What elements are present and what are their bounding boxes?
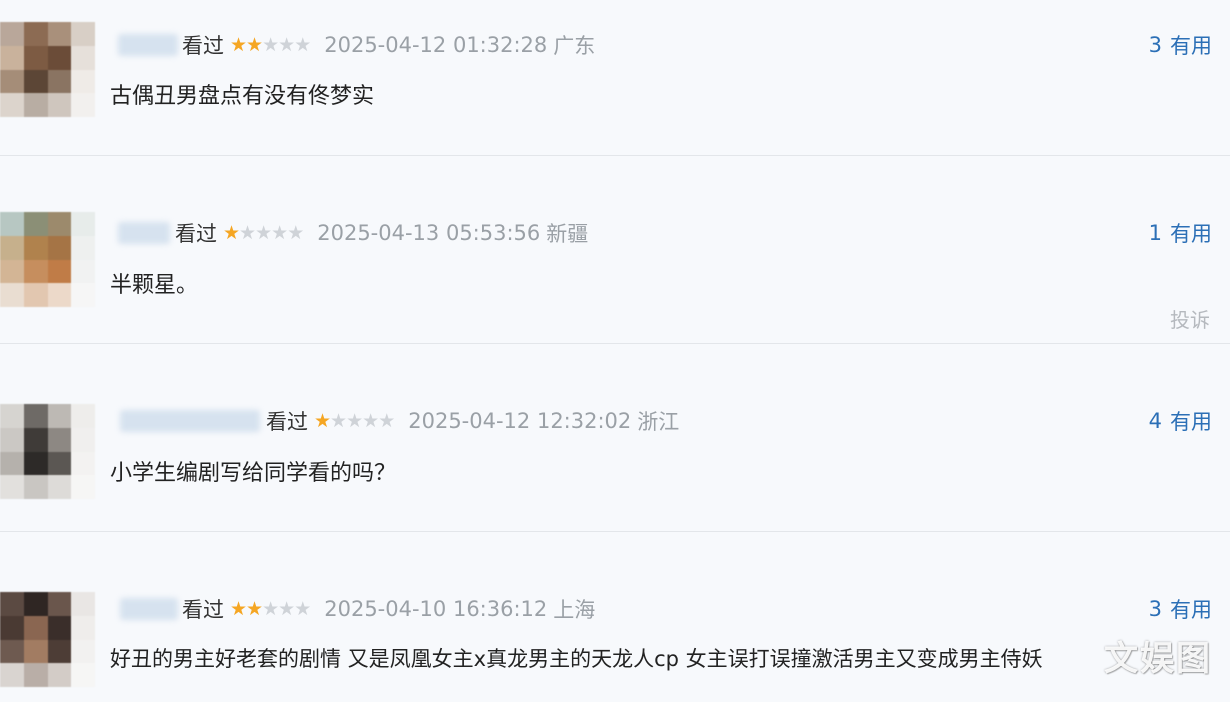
comment-text: 半颗星。	[110, 273, 199, 298]
star-filled-icon: ★	[314, 410, 331, 432]
star-filled-icon: ★	[246, 34, 263, 56]
useful-vote[interactable]: 3 有用	[1149, 594, 1212, 624]
useful-label[interactable]: 有用	[1170, 406, 1212, 436]
report-link[interactable]: 投诉	[1170, 304, 1210, 333]
username-blurred[interactable]	[118, 34, 178, 56]
star-empty-icon: ★	[294, 34, 311, 56]
star-empty-icon: ★	[271, 222, 288, 244]
comment-time: 2025-04-13 05:53:56	[317, 221, 541, 245]
username-blurred[interactable]	[120, 598, 178, 620]
comment-location: 浙江	[637, 410, 680, 434]
useful-label[interactable]: 有用	[1170, 218, 1212, 248]
watch-status: 看过	[182, 598, 224, 622]
comment-location: 广东	[553, 34, 596, 58]
comment-location: 新疆	[546, 222, 589, 246]
divider	[0, 343, 1230, 344]
star-empty-icon: ★	[362, 410, 379, 432]
useful-label[interactable]: 有用	[1170, 30, 1212, 60]
star-empty-icon: ★	[262, 34, 279, 56]
comment-time: 2025-04-12 01:32:28	[324, 33, 548, 57]
watch-status: 看过	[175, 222, 217, 246]
useful-label[interactable]: 有用	[1170, 594, 1212, 624]
avatar[interactable]	[0, 22, 95, 117]
watch-status: 看过	[266, 410, 308, 434]
star-empty-icon: ★	[278, 598, 295, 620]
comment-location: 上海	[553, 598, 596, 622]
star-filled-icon: ★	[223, 222, 240, 244]
star-empty-icon: ★	[378, 410, 395, 432]
username-blurred[interactable]	[118, 222, 170, 244]
watch-status: 看过	[182, 34, 224, 58]
comment-text: 古偶丑男盘点有没有佟梦实	[110, 84, 375, 109]
avatar[interactable]	[0, 212, 95, 307]
star-filled-icon: ★	[230, 598, 247, 620]
avatar[interactable]	[0, 404, 95, 499]
star-empty-icon: ★	[239, 222, 256, 244]
rating-stars: ★ ★ ★ ★ ★	[223, 222, 304, 244]
useful-vote[interactable]: 4 有用	[1149, 406, 1212, 436]
rating-stars: ★ ★ ★ ★ ★	[314, 410, 395, 432]
divider	[0, 155, 1230, 156]
star-empty-icon: ★	[294, 598, 311, 620]
comment-list: 看过 ★ ★ ★ ★ ★ 2025-04-12 01:32:28 广东 3 有用 古偶丑…	[0, 0, 1230, 702]
comment-meta: 看过 ★ ★ ★ ★ ★ 2025-04-13 05:53:56 新疆	[175, 218, 588, 248]
useful-count: 3	[1148, 597, 1162, 621]
useful-count: 1	[1148, 221, 1162, 245]
star-filled-icon: ★	[230, 34, 247, 56]
comment-time: 2025-04-10 16:36:12	[324, 597, 548, 621]
comment-meta: 看过 ★ ★ ★ ★ ★ 2025-04-12 01:32:28 广东	[182, 30, 595, 60]
useful-count: 3	[1148, 33, 1162, 57]
star-empty-icon: ★	[346, 410, 363, 432]
useful-vote[interactable]: 1 有用	[1149, 218, 1212, 248]
rating-stars: ★ ★ ★ ★ ★	[230, 34, 311, 56]
watermark-logo: 文娱图	[1104, 639, 1212, 679]
comment-meta: 看过 ★ ★ ★ ★ ★ 2025-04-12 12:32:02 浙江	[266, 406, 679, 436]
divider	[0, 531, 1230, 532]
comment-text: 好丑的男主好老套的剧情 又是凤凰女主x真龙男主的天龙人cp 女主误打误撞激活男主…	[110, 647, 1043, 671]
comment-text: 小学生编剧写给同学看的吗？	[110, 461, 397, 486]
username-blurred[interactable]	[120, 410, 260, 432]
star-empty-icon: ★	[278, 34, 295, 56]
comment-time: 2025-04-12 12:32:02	[408, 409, 632, 433]
star-empty-icon: ★	[287, 222, 304, 244]
comment-meta: 看过 ★ ★ ★ ★ ★ 2025-04-10 16:36:12 上海	[182, 594, 595, 624]
star-filled-icon: ★	[246, 598, 263, 620]
avatar[interactable]	[0, 592, 95, 687]
star-empty-icon: ★	[255, 222, 272, 244]
rating-stars: ★ ★ ★ ★ ★	[230, 598, 311, 620]
useful-vote[interactable]: 3 有用	[1149, 30, 1212, 60]
star-empty-icon: ★	[262, 598, 279, 620]
star-empty-icon: ★	[330, 410, 347, 432]
useful-count: 4	[1148, 409, 1162, 433]
